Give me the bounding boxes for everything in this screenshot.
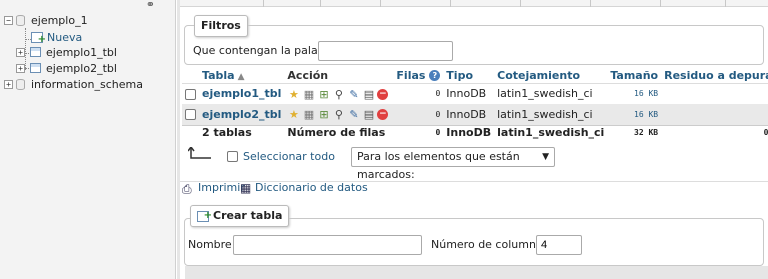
bulk-action-select[interactable]: Para los elementos que están marcados: ▼ bbox=[351, 147, 555, 181]
favorite-star-icon[interactable]: ★ bbox=[287, 108, 300, 121]
data-dictionary-link[interactable]: Diccionario de datos bbox=[255, 181, 368, 195]
dictionary-icon[interactable]: ▦ bbox=[240, 181, 251, 195]
collapse-icon[interactable]: − bbox=[4, 16, 13, 25]
filter-input[interactable] bbox=[318, 41, 453, 61]
print-link[interactable]: Imprimir bbox=[198, 181, 245, 195]
row-count: 0 bbox=[393, 83, 444, 104]
tree-item-ejemplo1-tbl[interactable]: + ejemplo1_tbl bbox=[0, 45, 170, 60]
table-name-link[interactable]: ejemplo2_tbl bbox=[202, 108, 281, 121]
tables-list: Tabla ▲ Acción Filas ? Tipo Cotejamiento … bbox=[182, 68, 768, 140]
row-count: 0 bbox=[393, 104, 444, 125]
structure-icon[interactable]: ⊞ bbox=[317, 108, 330, 121]
row-checkbox[interactable] bbox=[185, 109, 196, 121]
expand-icon[interactable]: + bbox=[4, 80, 13, 89]
table-name-label: Nombre: bbox=[188, 238, 236, 251]
row-overhead: - bbox=[661, 104, 768, 125]
table-icon bbox=[30, 47, 41, 57]
row-size-link[interactable]: 16 KB bbox=[607, 83, 662, 104]
footer-type: InnoDB bbox=[443, 124, 495, 140]
tree-item-label: ejemplo2_tbl bbox=[46, 62, 117, 75]
empty-table-icon[interactable]: ▤ bbox=[362, 108, 375, 121]
printer-icon[interactable]: ⎙ bbox=[182, 182, 192, 197]
table-row: ejemplo1_tbl ★ ▦ ⊞ ⚲ ✎ ▤ − 0 InnoDB latin1_swe… bbox=[182, 83, 768, 104]
browse-icon[interactable]: ▦ bbox=[302, 108, 315, 121]
footer-size: 32 KB bbox=[607, 124, 662, 140]
structure-icon[interactable]: ⊞ bbox=[317, 88, 330, 101]
navigation-panel: ⚭ − ejemplo_1 Nueva + ejemplo1_tbl + eje… bbox=[0, 0, 176, 279]
sort-link-tamano[interactable]: Tamaño bbox=[610, 69, 658, 82]
create-table-legend: Crear tabla bbox=[190, 205, 290, 227]
search-icon[interactable]: ⚲ bbox=[332, 108, 345, 121]
header-accion: Acción bbox=[284, 68, 394, 84]
expand-icon[interactable]: + bbox=[16, 48, 25, 57]
bulk-action-selected: Para los elementos que están marcados: bbox=[357, 150, 520, 181]
header-cotejamiento[interactable]: Cotejamiento bbox=[494, 68, 608, 84]
main-content: Filtros Que contengan la palabra: Tabla ▲… bbox=[180, 0, 768, 279]
footer-label: Número de filas bbox=[284, 124, 394, 140]
filter-legend: Filtros bbox=[194, 15, 248, 37]
database-icon bbox=[16, 79, 25, 90]
header-checkbox-column bbox=[182, 68, 199, 84]
columns-input[interactable] bbox=[536, 235, 582, 255]
drop-icon[interactable]: − bbox=[377, 88, 389, 100]
row-overhead: - bbox=[661, 83, 768, 104]
header-tabla[interactable]: Tabla ▲ bbox=[199, 68, 285, 84]
select-all-checkbox[interactable] bbox=[227, 151, 238, 162]
table-icon bbox=[30, 63, 41, 73]
empty-table-icon[interactable]: ▤ bbox=[362, 88, 375, 101]
columns-label: Número de columnas: bbox=[431, 238, 553, 251]
browse-icon[interactable]: ▦ bbox=[302, 88, 315, 101]
row-checkbox[interactable] bbox=[185, 88, 196, 100]
header-filas[interactable]: Filas ? bbox=[393, 68, 444, 84]
row-size-link[interactable]: 16 KB bbox=[607, 104, 662, 125]
footer-overhead: 0 B bbox=[661, 124, 768, 140]
sort-link-tabla[interactable]: Tabla bbox=[202, 69, 235, 82]
drop-icon[interactable]: − bbox=[377, 109, 389, 120]
select-all-link[interactable]: Seleccionar todo bbox=[243, 150, 335, 164]
tree-item-label: Nueva bbox=[47, 31, 83, 44]
tree-item-nueva[interactable]: Nueva bbox=[0, 30, 170, 47]
row-type: InnoDB bbox=[443, 83, 495, 104]
insert-icon[interactable]: ✎ bbox=[347, 108, 360, 121]
search-icon[interactable]: ⚲ bbox=[332, 88, 345, 101]
favorite-star-icon[interactable]: ★ bbox=[287, 88, 300, 101]
help-icon[interactable]: ? bbox=[429, 70, 441, 82]
row-collation: latin1_swedish_ci bbox=[494, 83, 608, 104]
header-tamano[interactable]: Tamaño bbox=[607, 68, 662, 84]
new-table-icon bbox=[197, 206, 212, 226]
sort-link-filas[interactable]: Filas bbox=[396, 69, 425, 82]
new-table-icon bbox=[31, 32, 46, 47]
footer-collation: latin1_swedish_ci bbox=[494, 124, 608, 140]
tree-item-ejemplo2-tbl[interactable]: + ejemplo2_tbl bbox=[0, 61, 170, 76]
tree-item-information-schema[interactable]: + information_schema bbox=[0, 77, 170, 92]
row-collation: latin1_swedish_ci bbox=[494, 104, 608, 125]
sort-link-residuo[interactable]: Residuo a depurar bbox=[664, 69, 768, 82]
header-residuo[interactable]: Residuo a depurar bbox=[661, 68, 768, 84]
tree-item-ejemplo-1[interactable]: − ejemplo_1 bbox=[0, 13, 170, 28]
create-table-footer bbox=[185, 266, 768, 279]
table-row: ejemplo2_tbl ★ ▦ ⊞ ⚲ ✎ ▤ − 0 InnoDB latin1_swe… bbox=[182, 104, 768, 125]
footer-rows: 0 bbox=[393, 124, 444, 140]
table-footer-row: 2 tablas Número de filas 0 InnoDB latin1… bbox=[182, 124, 768, 140]
chevron-down-icon: ▼ bbox=[542, 152, 549, 162]
footer-count: 2 tablas bbox=[199, 124, 285, 140]
tree-item-label: ejemplo1_tbl bbox=[46, 46, 117, 59]
tree-item-label: information_schema bbox=[31, 78, 143, 91]
insert-icon[interactable]: ✎ bbox=[347, 88, 360, 101]
database-icon bbox=[16, 15, 25, 26]
create-table-title: Crear tabla bbox=[213, 209, 283, 222]
expand-icon[interactable]: + bbox=[16, 64, 25, 73]
tree-item-label: ejemplo_1 bbox=[31, 14, 88, 27]
table-name-link[interactable]: ejemplo1_tbl bbox=[202, 87, 281, 100]
link-icon[interactable]: ⚭ bbox=[146, 0, 155, 11]
row-type: InnoDB bbox=[443, 104, 495, 125]
table-name-input[interactable] bbox=[233, 235, 422, 255]
sort-asc-icon: ▲ bbox=[237, 71, 245, 82]
table-header-row: Tabla ▲ Acción Filas ? Tipo Cotejamiento … bbox=[182, 68, 768, 84]
arrow-up-left-icon bbox=[188, 147, 211, 159]
header-tipo[interactable]: Tipo bbox=[443, 68, 495, 84]
sort-link-cotejamiento[interactable]: Cotejamiento bbox=[497, 69, 580, 82]
sort-link-tipo[interactable]: Tipo bbox=[446, 69, 473, 82]
tab-strip bbox=[180, 0, 768, 7]
